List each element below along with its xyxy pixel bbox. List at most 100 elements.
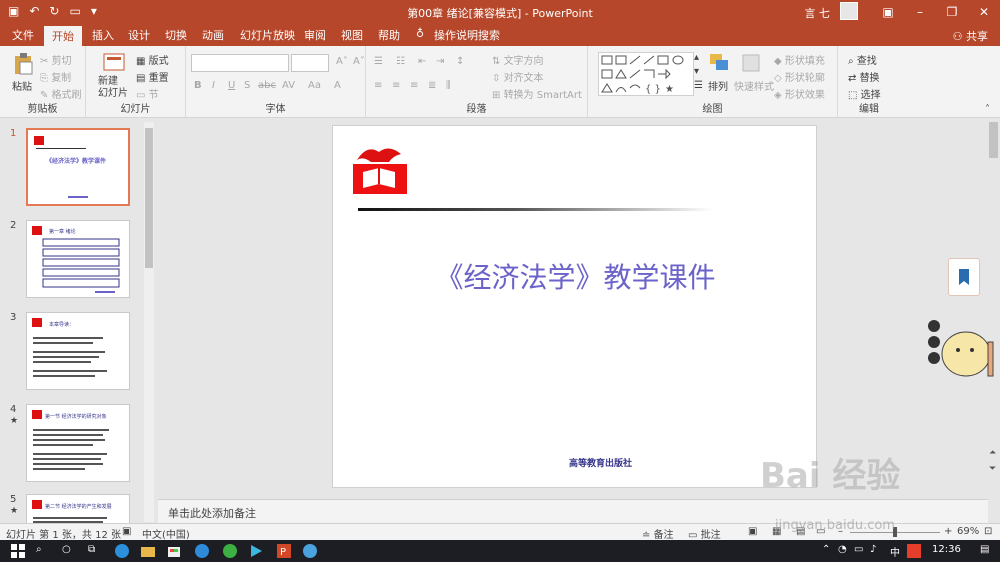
tell-me-search[interactable]: 操作说明搜索	[434, 27, 500, 43]
arrange-button[interactable]: 排列	[708, 78, 728, 93]
arrange-icon[interactable]	[708, 52, 730, 74]
slide-thumbnail-1[interactable]: 《经济法学》教学课件	[26, 128, 130, 206]
italic-button[interactable]: I	[212, 80, 215, 91]
align-left-icon[interactable]: ≡	[374, 80, 382, 91]
cut-button[interactable]: ✂ 剪切	[40, 52, 72, 67]
comments-toggle[interactable]: ▭ 批注	[688, 526, 721, 541]
tab-slideshow[interactable]: 幻灯片放映	[240, 27, 295, 43]
bookmark-widget[interactable]	[948, 258, 980, 296]
ime-indicator[interactable]: 中	[890, 544, 900, 559]
tab-review[interactable]: 审阅	[304, 27, 326, 43]
cortana-icon[interactable]: ○	[62, 544, 71, 555]
tab-insert[interactable]: 插入	[92, 27, 114, 43]
edge-icon[interactable]	[114, 543, 130, 559]
notes-placeholder[interactable]: 单击此处添加备注	[168, 505, 256, 521]
change-case-button[interactable]: Aa	[308, 80, 321, 91]
notes-toggle[interactable]: ≐ 备注	[642, 526, 674, 541]
align-right-icon[interactable]: ≡	[410, 80, 418, 91]
slide-thumbnail-2[interactable]: 第一章 绪论	[26, 220, 130, 298]
sogou-icon[interactable]	[906, 543, 922, 559]
minimize-icon[interactable]: –	[904, 0, 936, 24]
shape-outline-button[interactable]: ◇ 形状轮廓	[774, 69, 825, 84]
line-spacing-icon[interactable]: ↕	[456, 56, 464, 67]
clock-time[interactable]: 12:36	[932, 544, 961, 555]
tab-home[interactable]: 开始	[44, 26, 82, 48]
spellcheck-icon[interactable]: ▣	[122, 526, 131, 537]
language-indicator[interactable]: 中文(中国)	[142, 526, 190, 541]
ribbon-display-icon[interactable]: ▣	[872, 0, 904, 24]
volume-icon[interactable]: ♪	[870, 544, 876, 555]
justify-icon[interactable]: ≣	[428, 80, 436, 91]
paste-button[interactable]: 粘贴	[12, 78, 32, 93]
gallery-up-icon[interactable]: ▴	[694, 52, 699, 63]
battery-icon[interactable]: ▭	[854, 544, 863, 555]
slide-canvas[interactable]: 《经济法学》教学课件 高等教育出版社	[332, 125, 817, 488]
clock-app-icon[interactable]	[194, 543, 210, 559]
copy-button[interactable]: ⎘ 复制	[40, 69, 71, 84]
zoom-in-icon[interactable]: +	[944, 526, 952, 537]
previous-slide-icon[interactable]: ⏶	[989, 448, 996, 458]
browser-icon[interactable]	[302, 543, 318, 559]
shrink-font-icon[interactable]: A˅	[353, 56, 365, 67]
strikethrough-button[interactable]: abc	[258, 80, 276, 91]
slide-thumbnail-3[interactable]: 本章导读：	[26, 312, 130, 390]
normal-view-icon[interactable]: ▣	[748, 526, 757, 537]
tab-file[interactable]: 文件	[12, 27, 34, 43]
decrease-indent-icon[interactable]: ⇤	[418, 56, 426, 67]
scrollbar-thumb[interactable]	[145, 128, 153, 268]
media-player-icon[interactable]	[248, 543, 264, 559]
slide-thumbnail-4[interactable]: 第一节 经济法学的研究对象	[26, 404, 130, 482]
tab-animations[interactable]: 动画	[202, 27, 224, 43]
notifications-icon[interactable]: ▤	[980, 544, 989, 555]
shape-effects-button[interactable]: ◈ 形状效果	[774, 86, 825, 101]
slide-thumbnail-5[interactable]: 第二节 经济法学的产生和发展	[26, 494, 130, 524]
new-slide-button[interactable]: 新建 幻灯片	[98, 76, 128, 100]
smartart-button[interactable]: ⊞ 转换为 SmartArt	[492, 86, 582, 101]
reset-button[interactable]: ▤ 重置	[136, 69, 169, 84]
gallery-down-icon[interactable]: ▾	[694, 66, 699, 77]
collapse-ribbon-icon[interactable]: ˄	[985, 104, 990, 115]
fit-slide-icon[interactable]: ⊡	[984, 526, 992, 537]
user-name[interactable]: 言 七	[805, 5, 831, 21]
quick-styles-icon[interactable]	[740, 52, 762, 74]
task-view-icon[interactable]: ⧉	[88, 544, 95, 555]
scrollbar-thumb[interactable]	[989, 122, 998, 158]
bold-button[interactable]: B	[194, 80, 202, 91]
avatar[interactable]	[840, 2, 858, 20]
network-icon[interactable]: ◔	[838, 544, 847, 555]
tab-transitions[interactable]: 切换	[165, 27, 187, 43]
grow-font-icon[interactable]: A˄	[336, 56, 348, 67]
chat-app-icon[interactable]	[222, 543, 238, 559]
shadow-button[interactable]: S	[244, 80, 250, 91]
layout-button[interactable]: ▦ 版式	[136, 52, 169, 67]
format-painter-button[interactable]: ✎ 格式刷	[40, 86, 82, 101]
file-explorer-icon[interactable]	[140, 543, 156, 559]
font-size-combo[interactable]	[291, 54, 329, 72]
gallery-more-icon[interactable]: ☰	[694, 80, 703, 91]
find-button[interactable]: ⌕ 查找	[848, 52, 877, 67]
bullets-icon[interactable]: ☰	[374, 56, 383, 67]
share-button[interactable]: ⚇ 共享	[953, 28, 988, 44]
windows-start-icon[interactable]	[10, 543, 26, 559]
search-icon[interactable]: ⌕	[36, 544, 42, 555]
font-color-icon[interactable]: A	[334, 80, 341, 91]
shapes-gallery[interactable]: { } ★	[598, 52, 694, 96]
numbering-icon[interactable]: ☷	[396, 56, 405, 67]
zoom-level[interactable]: 69%	[957, 526, 979, 537]
tab-view[interactable]: 视图	[341, 27, 363, 43]
align-text-button[interactable]: ⇳ 对齐文本	[492, 69, 544, 84]
powerpoint-taskbar-icon[interactable]: P	[276, 543, 292, 559]
store-icon[interactable]	[166, 543, 182, 559]
slide-publisher[interactable]: 高等教育出版社	[569, 456, 632, 469]
shape-fill-button[interactable]: ◆ 形状填充	[774, 52, 825, 67]
paste-icon[interactable]	[12, 52, 34, 75]
select-button[interactable]: ⬚ 选择	[848, 86, 881, 101]
columns-icon[interactable]: ⫼	[446, 80, 451, 91]
align-center-icon[interactable]: ≡	[392, 80, 400, 91]
tab-design[interactable]: 设计	[128, 27, 150, 43]
font-name-combo[interactable]	[191, 54, 289, 72]
slide-title[interactable]: 《经济法学》教学课件	[333, 256, 818, 296]
underline-button[interactable]: U	[228, 80, 235, 91]
tray-up-icon[interactable]: ⌃	[822, 544, 830, 555]
restore-icon[interactable]: ❐	[936, 0, 968, 24]
